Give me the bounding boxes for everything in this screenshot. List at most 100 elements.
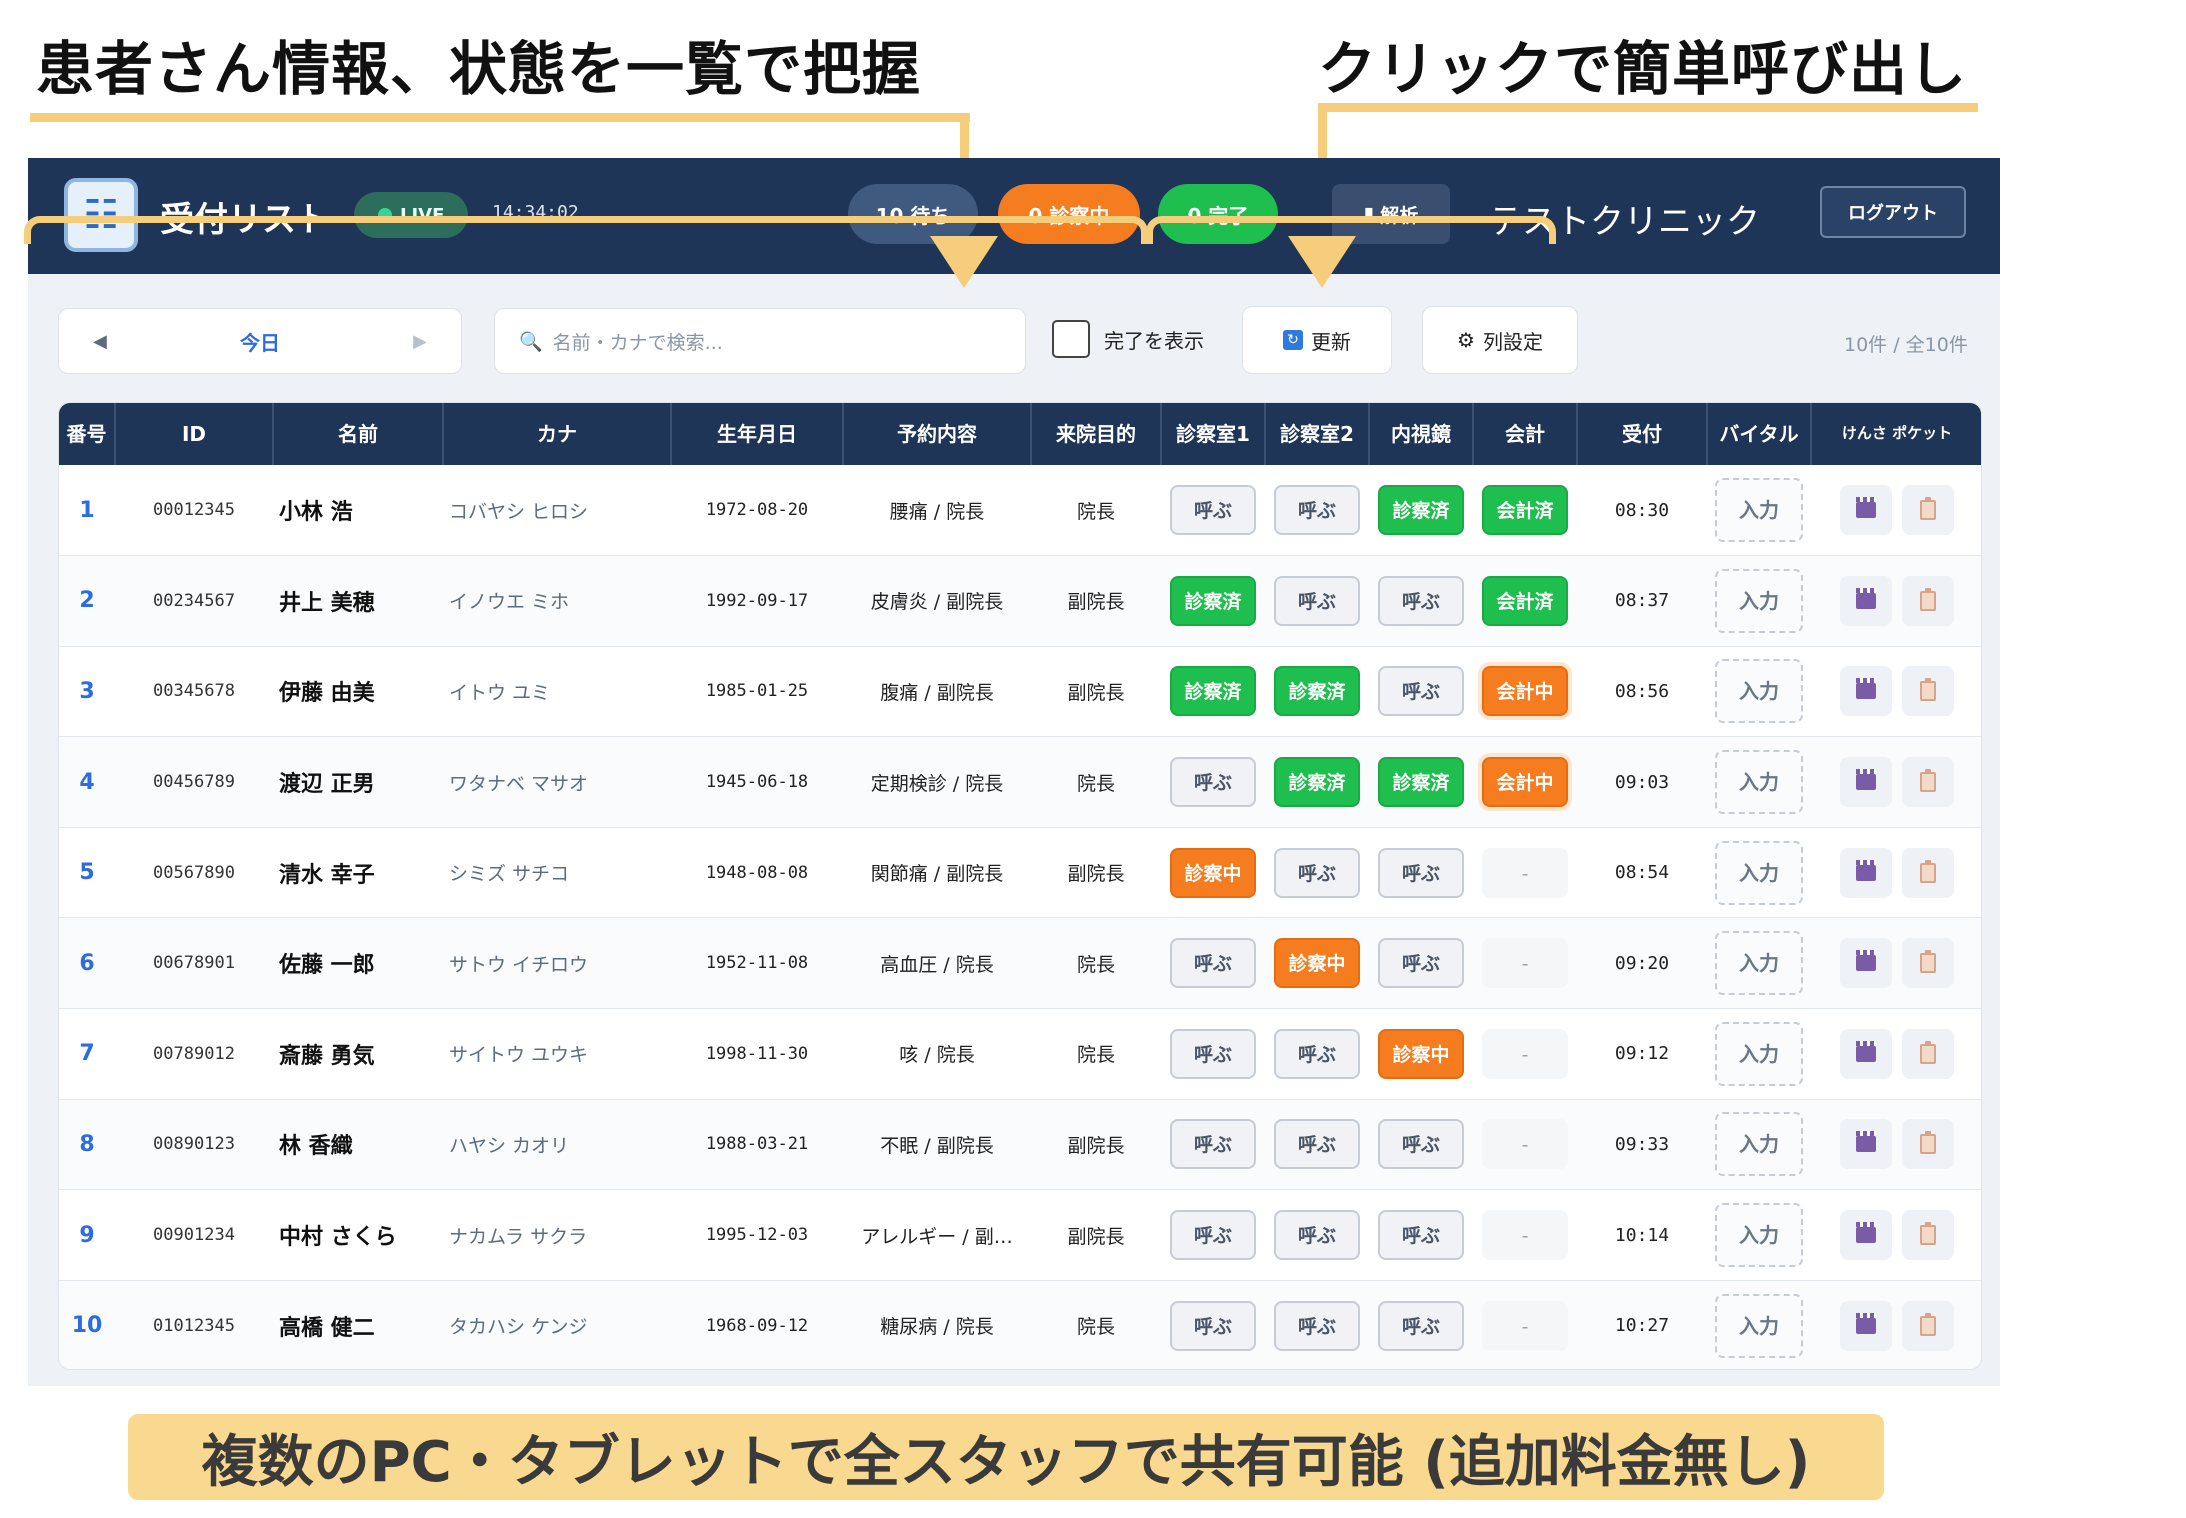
clapperboard-icon[interactable] (1840, 1119, 1892, 1170)
clipboard-icon[interactable] (1902, 1210, 1954, 1261)
room2-status-button[interactable]: 診察済 (1274, 757, 1360, 808)
room1-status-button[interactable]: 呼ぶ (1170, 1300, 1256, 1351)
room1-status-button[interactable]: 呼ぶ (1170, 1210, 1256, 1261)
vital-input-button[interactable]: 入力 (1715, 1203, 1803, 1268)
table-row[interactable]: 9 00901234 中村 さくら ナカムラ サクラ 1995-12-03 アレルギー /… (59, 1189, 1981, 1281)
show-done-toggle[interactable]: 完了を表示 (1052, 320, 1204, 358)
vital-input-button[interactable]: 入力 (1715, 750, 1803, 815)
clipboard-icon[interactable] (1902, 938, 1954, 989)
payment-status-button[interactable]: 会計済 (1482, 575, 1568, 626)
clapperboard-icon[interactable] (1840, 757, 1892, 808)
room2-status-button[interactable]: 診察済 (1274, 666, 1360, 717)
header-id[interactable]: ID (115, 403, 274, 465)
endoscope-status-button[interactable]: 呼ぶ (1378, 938, 1464, 989)
prev-day-icon[interactable]: ◀ (93, 331, 107, 352)
patient-name[interactable]: 佐藤 一郎 (273, 917, 443, 1010)
clipboard-icon[interactable] (1902, 847, 1954, 898)
room2-status-button[interactable]: 呼ぶ (1274, 1119, 1360, 1170)
header-test-pocket[interactable]: けんさ ポケット (1811, 403, 1981, 465)
room2-status-button[interactable]: 呼ぶ (1274, 1210, 1360, 1261)
table-row[interactable]: 2 00234567 井上 美穂 イノウエ ミホ 1992-09-17 皮膚炎 / 副院長… (59, 555, 1981, 647)
vital-input-button[interactable]: 入力 (1715, 568, 1803, 633)
room1-status-button[interactable]: 呼ぶ (1170, 1028, 1256, 1079)
room1-status-button[interactable]: 呼ぶ (1170, 1119, 1256, 1170)
endoscope-status-button[interactable]: 呼ぶ (1378, 575, 1464, 626)
header-purpose[interactable]: 来院目的 (1031, 403, 1162, 465)
room1-status-button[interactable]: 診察済 (1170, 575, 1256, 626)
clapperboard-icon[interactable] (1840, 485, 1892, 536)
table-row[interactable]: 6 00678901 佐藤 一郎 サトウ イチロウ 1952-11-08 高血圧 / 院長… (59, 917, 1981, 1010)
vital-input-button[interactable]: 入力 (1715, 931, 1803, 996)
endoscope-status-button[interactable]: 診察済 (1378, 757, 1464, 808)
table-row[interactable]: 3 00345678 伊藤 由美 イトウ ユミ 1985-01-25 腹痛 / 副院長 副院… (59, 646, 1981, 738)
endoscope-status-button[interactable]: 呼ぶ (1378, 1300, 1464, 1351)
patient-name[interactable]: 小林 浩 (273, 465, 443, 557)
header-dob[interactable]: 生年月日 (671, 403, 844, 465)
patient-name[interactable]: 井上 美穂 (273, 555, 443, 647)
table-row[interactable]: 8 00890123 林 香織 ハヤシ カオリ 1988-03-21 不眠 / 副院長 副院… (59, 1099, 1981, 1191)
clipboard-icon[interactable] (1902, 757, 1954, 808)
clapperboard-icon[interactable] (1840, 938, 1892, 989)
logout-button[interactable]: ログアウト (1820, 186, 1966, 238)
room1-status-button[interactable]: 診察済 (1170, 666, 1256, 717)
header-vital[interactable]: バイタル (1707, 403, 1812, 465)
header-name[interactable]: 名前 (273, 403, 444, 465)
header-reception-time[interactable]: 受付 (1577, 403, 1708, 465)
table-row[interactable]: 4 00456789 渡辺 正男 ワタナベ マサオ 1945-06-18 定期検診 / 院… (59, 736, 1981, 828)
patient-name[interactable]: 林 香織 (273, 1099, 443, 1191)
table-row[interactable]: 5 00567890 清水 幸子 シミズ サチコ 1948-08-08 関節痛 / 副院長… (59, 827, 1981, 919)
header-kana[interactable]: カナ (443, 403, 672, 465)
room1-status-button[interactable]: 呼ぶ (1170, 757, 1256, 808)
clipboard-icon[interactable] (1902, 575, 1954, 626)
vital-input-button[interactable]: 入力 (1715, 1293, 1803, 1358)
clipboard-icon[interactable] (1902, 1119, 1954, 1170)
clipboard-icon[interactable] (1902, 485, 1954, 536)
table-row[interactable]: 7 00789012 斎藤 勇気 サイトウ ユウキ 1998-11-30 咳 / 院長 院長… (59, 1008, 1981, 1100)
room2-status-button[interactable]: 呼ぶ (1274, 1028, 1360, 1079)
patient-name[interactable]: 伊藤 由美 (273, 646, 443, 738)
endoscope-status-button[interactable]: 診察中 (1378, 1028, 1464, 1079)
show-done-checkbox[interactable] (1052, 320, 1090, 358)
header-no[interactable]: 番号 (59, 403, 116, 465)
header-reservation[interactable]: 予約内容 (843, 403, 1032, 465)
vital-input-button[interactable]: 入力 (1715, 1021, 1803, 1086)
room2-status-button[interactable]: 呼ぶ (1274, 847, 1360, 898)
patient-name[interactable]: 斎藤 勇気 (273, 1008, 443, 1100)
header-room2[interactable]: 診察室2 (1265, 403, 1370, 465)
room1-status-button[interactable]: 呼ぶ (1170, 938, 1256, 989)
column-settings-button[interactable]: ⚙ 列設定 (1422, 306, 1578, 374)
patient-name[interactable]: 渡辺 正男 (273, 736, 443, 828)
clapperboard-icon[interactable] (1840, 666, 1892, 717)
vital-input-button[interactable]: 入力 (1715, 659, 1803, 724)
table-row[interactable]: 1 00012345 小林 浩コバヤシ ヒロシ 1972-08-20 腰痛 / 院長 院長… (59, 465, 1981, 557)
clapperboard-icon[interactable] (1840, 1210, 1892, 1261)
payment-status-button[interactable]: 会計中 (1482, 757, 1568, 808)
endoscope-status-button[interactable]: 呼ぶ (1378, 1119, 1464, 1170)
table-row[interactable]: 10 01012345 高橋 健二 タカハシ ケンジ 1968-09-12 糖尿病 / 院… (59, 1280, 1981, 1369)
clapperboard-icon[interactable] (1840, 1028, 1892, 1079)
endoscope-status-button[interactable]: 呼ぶ (1378, 1210, 1464, 1261)
patient-name[interactable]: 中村 さくら (273, 1189, 443, 1281)
room2-status-button[interactable]: 呼ぶ (1274, 1300, 1360, 1351)
patient-name[interactable]: 清水 幸子 (273, 827, 443, 919)
refresh-button[interactable]: ↻ 更新 (1242, 306, 1392, 374)
room2-status-button[interactable]: 診察中 (1274, 938, 1360, 989)
endoscope-status-button[interactable]: 呼ぶ (1378, 666, 1464, 717)
clipboard-icon[interactable] (1902, 1300, 1954, 1351)
room2-status-button[interactable]: 呼ぶ (1274, 485, 1360, 536)
room1-status-button[interactable]: 診察中 (1170, 847, 1256, 898)
payment-status-button[interactable]: 会計済 (1482, 485, 1568, 536)
clapperboard-icon[interactable] (1840, 847, 1892, 898)
vital-input-button[interactable]: 入力 (1715, 478, 1803, 543)
endoscope-status-button[interactable]: 呼ぶ (1378, 847, 1464, 898)
clipboard-icon[interactable] (1902, 1028, 1954, 1079)
clapperboard-icon[interactable] (1840, 575, 1892, 626)
header-payment[interactable]: 会計 (1473, 403, 1578, 465)
room2-status-button[interactable]: 呼ぶ (1274, 575, 1360, 626)
room1-status-button[interactable]: 呼ぶ (1170, 485, 1256, 536)
search-input[interactable]: 🔍 名前・カナで検索... (494, 308, 1026, 374)
endoscope-status-button[interactable]: 診察済 (1378, 485, 1464, 536)
date-label[interactable]: 今日 (240, 327, 280, 356)
vital-input-button[interactable]: 入力 (1715, 840, 1803, 905)
header-room1[interactable]: 診察室1 (1161, 403, 1266, 465)
